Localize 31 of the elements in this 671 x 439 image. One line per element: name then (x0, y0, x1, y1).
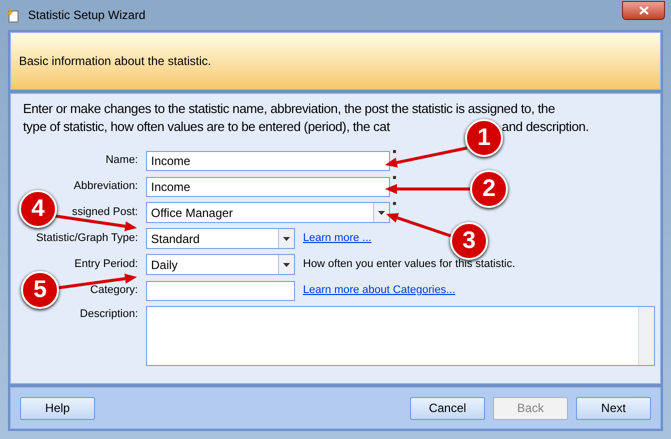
wizard-button[interactable]: Cancel (410, 396, 485, 420)
field-label: Description: (80, 307, 138, 322)
hint-text: How often you enter values for this statistic. (303, 257, 516, 272)
text-field[interactable]: Income (146, 176, 390, 196)
dropdown-field[interactable]: Office Manager (146, 202, 390, 223)
field-label: Abbreviation: (74, 179, 138, 194)
caret-icon (378, 210, 385, 214)
dropdown-field[interactable]: Standard (146, 228, 295, 249)
window-title: Statistic Setup Wizard (28, 7, 146, 24)
field-label: Name: (106, 153, 138, 168)
dropdown-field[interactable]: Daily (146, 254, 295, 275)
field-label: Entry Period: (74, 257, 138, 272)
intro-text: Enter or make changes to the statistic name, abbreviation, the post the statistic is assigned to, the (23, 101, 555, 116)
caret-icon (283, 262, 290, 266)
learn-more-link[interactable]: Learn more ... (303, 230, 372, 247)
wizard-button[interactable]: Next (576, 396, 651, 420)
arrow (386, 213, 452, 238)
intro-text: type of statistic, how often values are to be entered (period), the cat (23, 118, 390, 136)
field-label: ssigned Post: (72, 205, 138, 220)
text-field[interactable]: Income (146, 150, 390, 170)
close-icon (638, 6, 648, 14)
field-label: Category: (90, 283, 138, 298)
header-text: Basic information about the statistic. (19, 53, 212, 70)
close-button[interactable] (622, 0, 665, 20)
intro-text: and description. (502, 118, 589, 136)
description-field[interactable] (146, 306, 655, 366)
learn-more-link[interactable]: Learn more about Categories... (303, 282, 456, 299)
caret-icon (283, 236, 290, 240)
field-label: Statistic/Graph Type: (36, 231, 138, 246)
text-field[interactable] (146, 280, 295, 300)
wizard-button[interactable]: Help (20, 396, 95, 420)
